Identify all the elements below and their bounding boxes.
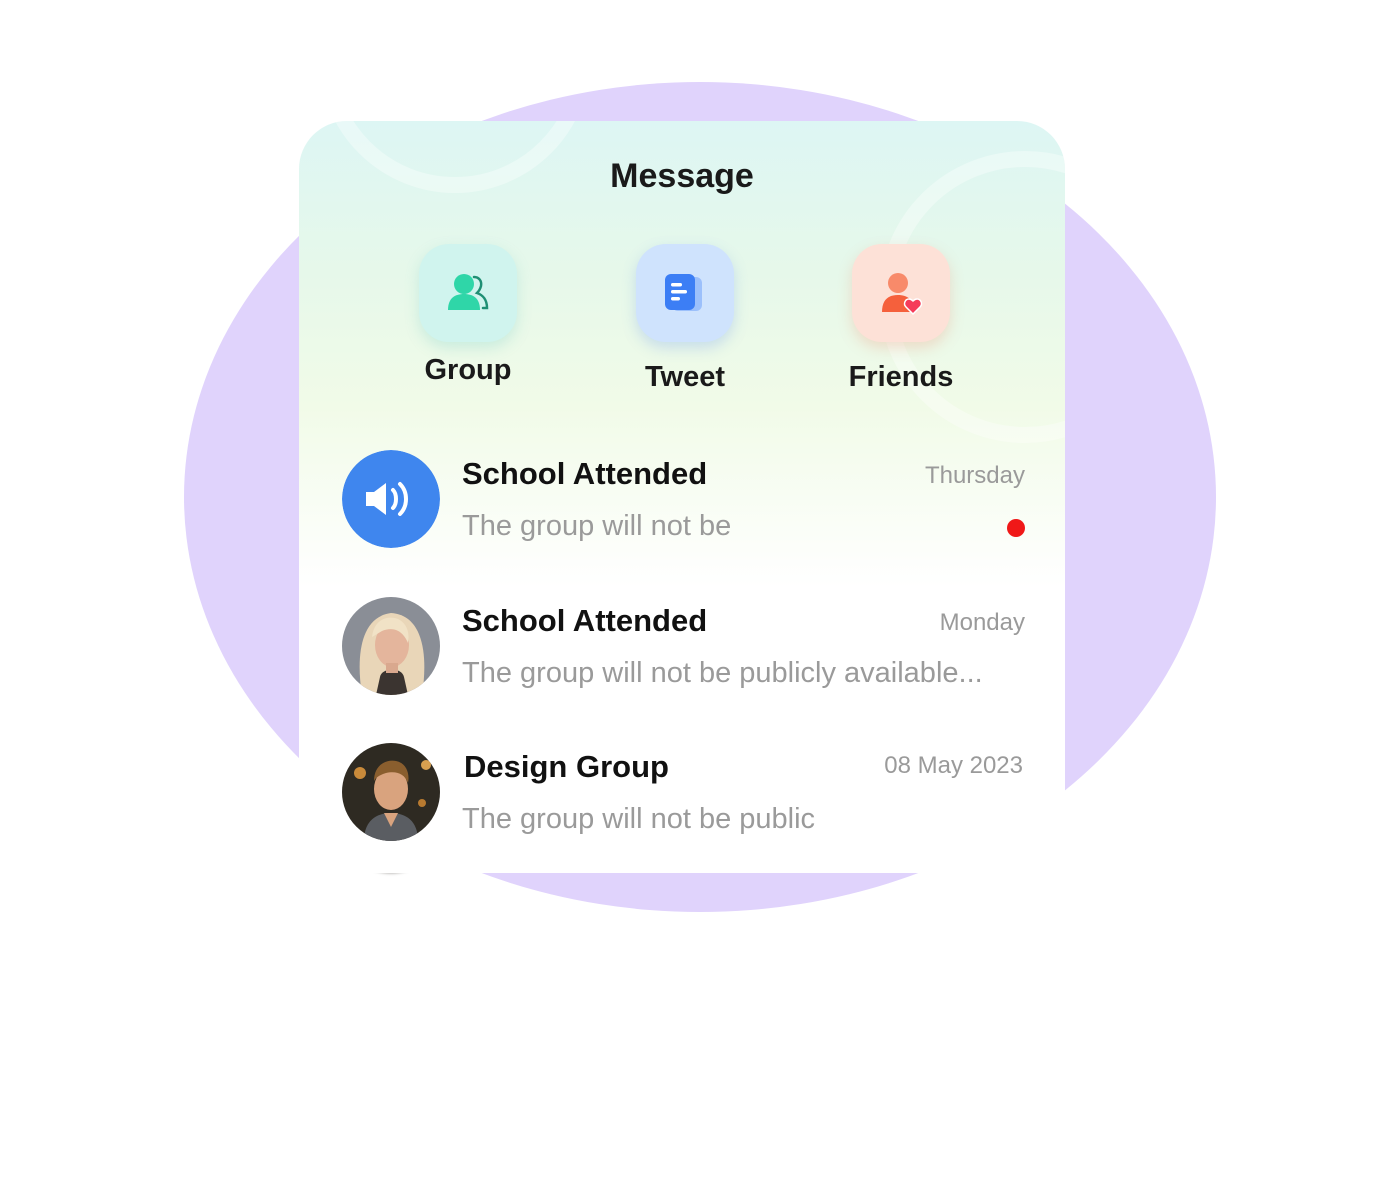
man-avatar-photo [342, 743, 440, 841]
conversation-item[interactable]: School Attended Thursday The group will … [342, 450, 1025, 550]
friends-action-button[interactable]: Friends [811, 244, 991, 394]
conversation-preview: The group will not be publicly available… [462, 657, 983, 689]
group-icon [448, 274, 489, 310]
avatar [342, 597, 440, 695]
group-label: Group [424, 354, 512, 386]
page-title: Message [610, 157, 754, 195]
conversation-item[interactable]: School Attended Monday The group will no… [342, 597, 1025, 697]
avatar [342, 743, 440, 841]
tweet-label: Tweet [644, 361, 726, 393]
conversation-name: School Attended [462, 456, 708, 491]
speaker-icon [342, 450, 440, 548]
group-action-button[interactable]: Group [378, 244, 558, 387]
tweet-tile [636, 244, 734, 342]
conversation-name: Design Group [464, 749, 669, 784]
friends-tile [852, 244, 950, 342]
group-tile [419, 244, 517, 342]
document-icon [665, 274, 702, 311]
avatar [342, 450, 440, 548]
friend-heart-icon [882, 273, 923, 316]
unread-indicator [1007, 519, 1025, 537]
conversation-date: Monday [939, 609, 1025, 636]
conversation-item[interactable]: Design Group 08 May 2023 The group will … [342, 743, 1025, 843]
woman-avatar-photo [342, 597, 440, 695]
conversation-name: School Attended [462, 603, 708, 638]
conversation-date: 08 May 2023 [884, 752, 1023, 779]
friends-label: Friends [848, 361, 954, 393]
conversation-preview: The group will not be [462, 510, 732, 542]
card-reflection: Design Group 08 May 2023 The group will … [299, 873, 1065, 1093]
conversation-date: Thursday [924, 462, 1025, 489]
conversation-preview: The group will not be public [462, 803, 816, 835]
tweet-action-button[interactable]: Tweet [595, 244, 775, 394]
stage: Message Group Tweet Friends School Atten… [0, 0, 1400, 1200]
message-card: Message Group Tweet Friends School Atten… [299, 121, 1065, 873]
